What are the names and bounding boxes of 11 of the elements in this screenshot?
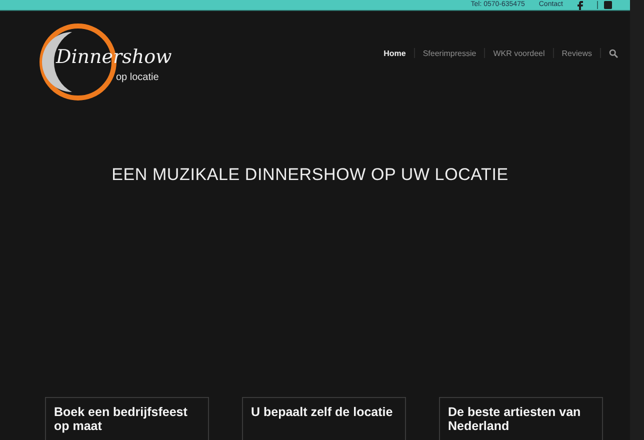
nav-link[interactable]: Sfeerimpressie bbox=[422, 48, 476, 58]
facebook-icon[interactable] bbox=[577, 0, 583, 10]
nav-link[interactable]: Home bbox=[384, 48, 406, 58]
card-title: Boek een bedrijfsfeest op maat bbox=[54, 405, 188, 433]
card-title: De beste artiesten van Nederland bbox=[448, 405, 582, 433]
search-icon[interactable] bbox=[609, 48, 618, 58]
logo-subtitle: op locatie bbox=[116, 72, 159, 83]
nav-link[interactable]: Reviews bbox=[562, 48, 592, 58]
card-title: U bepaalt zelf de locatie bbox=[251, 405, 394, 419]
nav-link[interactable]: WKR voordeel bbox=[493, 48, 545, 58]
headline: EEN MUZIKALE DINNERSHOW OP UW LOCATIE bbox=[110, 165, 510, 185]
